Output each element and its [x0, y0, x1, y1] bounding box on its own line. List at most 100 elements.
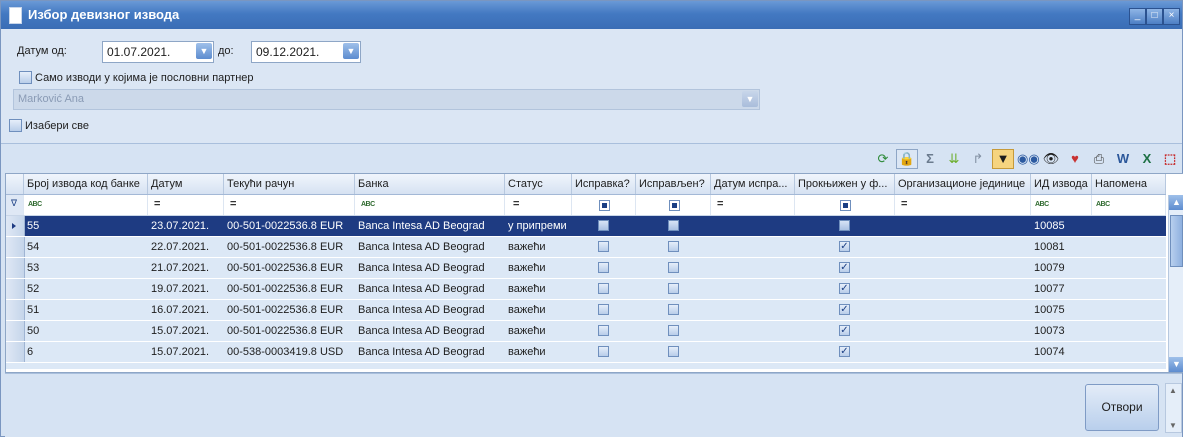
- ispravljen-checkbox[interactable]: [668, 304, 679, 315]
- partner-only-checkbox[interactable]: [19, 71, 32, 84]
- filter-cell[interactable]: ABC: [24, 195, 148, 215]
- column-header[interactable]: Статус: [505, 174, 572, 194]
- column-header[interactable]: Број извода код банке: [24, 174, 148, 194]
- ispravka-checkbox[interactable]: [598, 241, 609, 252]
- filter-cell[interactable]: [795, 195, 895, 215]
- filter-cell[interactable]: =: [711, 195, 795, 215]
- minimize-button[interactable]: _: [1129, 8, 1146, 25]
- checkbox-filter-icon[interactable]: [840, 200, 851, 211]
- lock-icon[interactable]: 🔒: [896, 149, 918, 169]
- table-row[interactable]: 51 16.07.2021. 00-501-0022536.8 EUR Banca I…: [6, 300, 1166, 321]
- print-icon[interactable]: ⎙: [1089, 149, 1109, 169]
- refresh-icon[interactable]: ⟳: [873, 149, 893, 169]
- chevron-down-icon[interactable]: ▼: [196, 43, 212, 59]
- ispravka-checkbox[interactable]: [598, 220, 609, 231]
- ispravka-checkbox[interactable]: [598, 262, 609, 273]
- table-row[interactable]: 54 22.07.2021. 00-501-0022536.8 EUR Banca I…: [6, 237, 1166, 258]
- ispravljen-checkbox[interactable]: [668, 220, 679, 231]
- ispravka-checkbox[interactable]: [598, 325, 609, 336]
- open-button[interactable]: Отвори: [1085, 384, 1159, 431]
- row-indicator[interactable]: [6, 216, 25, 236]
- filter-cell[interactable]: [636, 195, 711, 215]
- table-row[interactable]: 50 15.07.2021. 00-501-0022536.8 EUR Banca I…: [6, 321, 1166, 342]
- scroll-up-icon[interactable]: ▲: [1169, 386, 1177, 395]
- forward-icon[interactable]: ↱: [968, 149, 988, 169]
- ispravka-checkbox[interactable]: [598, 346, 609, 357]
- table-cell: важећи: [508, 304, 546, 316]
- row-indicator[interactable]: [6, 321, 25, 341]
- proknjizen-checkbox[interactable]: ✓: [839, 241, 850, 252]
- column-header[interactable]: Прокњижен у ф...: [795, 174, 895, 194]
- date-to-input[interactable]: 09.12.2021. ▼: [251, 41, 361, 63]
- row-indicator[interactable]: [6, 258, 25, 278]
- maximize-button[interactable]: □: [1146, 8, 1163, 25]
- expand-down-icon[interactable]: ⇊: [944, 149, 964, 169]
- row-indicator[interactable]: [6, 237, 25, 257]
- proknjizen-checkbox[interactable]: ✓: [839, 304, 850, 315]
- pdf-export-icon[interactable]: ⬚: [1160, 149, 1180, 169]
- scroll-thumb[interactable]: [1170, 215, 1183, 267]
- row-indicator[interactable]: [6, 279, 25, 299]
- equals-filter-icon: =: [717, 198, 724, 210]
- column-header[interactable]: Исправка?: [572, 174, 636, 194]
- select-all-checkbox[interactable]: [9, 119, 22, 132]
- filter-icon[interactable]: ▼: [992, 149, 1014, 169]
- ispravljen-checkbox[interactable]: [668, 241, 679, 252]
- table-cell: 15.07.2021.: [151, 325, 210, 337]
- filter-cell[interactable]: =: [148, 195, 224, 215]
- filter-cell[interactable]: ABC: [1031, 195, 1092, 215]
- sum-icon[interactable]: Σ: [920, 149, 940, 169]
- column-header[interactable]: Банка: [355, 174, 505, 194]
- ispravka-checkbox[interactable]: [598, 304, 609, 315]
- table-cell: 19.07.2021.: [151, 283, 210, 295]
- binoculars-icon[interactable]: ◉◉: [1017, 149, 1040, 169]
- grid-vertical-scrollbar[interactable]: ▲ ▼: [1168, 195, 1183, 372]
- column-header[interactable]: Датум: [148, 174, 224, 194]
- heart-icon[interactable]: ♥: [1065, 149, 1085, 169]
- ispravljen-checkbox[interactable]: [668, 262, 679, 273]
- bottom-scrollbar[interactable]: ▲ ▼: [1165, 383, 1182, 433]
- column-header[interactable]: ИД извода: [1031, 174, 1092, 194]
- word-export-icon[interactable]: W: [1113, 149, 1133, 169]
- scroll-down-icon[interactable]: ▼: [1169, 421, 1177, 430]
- date-from-input[interactable]: 01.07.2021. ▼: [102, 41, 214, 63]
- row-indicator[interactable]: [6, 342, 25, 362]
- filter-cell[interactable]: =: [895, 195, 1031, 215]
- filter-cell[interactable]: ABC: [1092, 195, 1166, 215]
- proknjizen-checkbox[interactable]: ✓: [839, 325, 850, 336]
- eye-icon[interactable]: 👁: [1041, 149, 1061, 169]
- filter-cell[interactable]: ABC: [355, 195, 505, 215]
- excel-export-icon[interactable]: X: [1137, 149, 1157, 169]
- checkbox-filter-icon[interactable]: [599, 200, 610, 211]
- table-cell: 52: [27, 283, 40, 295]
- row-indicator[interactable]: [6, 300, 25, 320]
- table-row[interactable]: 55 23.07.2021. 00-501-0022536.8 EUR Banca I…: [6, 216, 1166, 237]
- chevron-down-icon[interactable]: ▼: [343, 43, 359, 59]
- proknjizen-checkbox[interactable]: ✓: [839, 262, 850, 273]
- proknjizen-checkbox[interactable]: ✓: [839, 283, 850, 294]
- scroll-up-icon[interactable]: ▲: [1169, 195, 1183, 210]
- filter-cell[interactable]: [572, 195, 636, 215]
- column-header[interactable]: Текући рачун: [224, 174, 355, 194]
- ispravljen-checkbox[interactable]: [668, 283, 679, 294]
- partner-combo[interactable]: Marković Ana ▼: [13, 89, 760, 110]
- checkbox-filter-icon[interactable]: [669, 200, 680, 211]
- column-header[interactable]: Организационе јединице: [895, 174, 1031, 194]
- column-header[interactable]: Исправљен?: [636, 174, 711, 194]
- close-button[interactable]: ×: [1163, 8, 1180, 25]
- table-row[interactable]: 52 19.07.2021. 00-501-0022536.8 EUR Banca I…: [6, 279, 1166, 300]
- chevron-down-icon[interactable]: ▼: [742, 91, 758, 107]
- scroll-down-icon[interactable]: ▼: [1169, 357, 1183, 372]
- column-header[interactable]: Напомена: [1092, 174, 1166, 194]
- filter-cell[interactable]: =: [505, 195, 572, 215]
- proknjizen-checkbox[interactable]: [839, 220, 850, 231]
- dialog-window: Избор девизног извода _ □ × Датум од: 01…: [0, 0, 1183, 437]
- column-header[interactable]: Датум испра...: [711, 174, 795, 194]
- ispravka-checkbox[interactable]: [598, 283, 609, 294]
- table-row[interactable]: 6 15.07.2021. 00-538-0003419.8 USD Banca In…: [6, 342, 1166, 363]
- table-row[interactable]: 53 21.07.2021. 00-501-0022536.8 EUR Banca I…: [6, 258, 1166, 279]
- filter-cell[interactable]: =: [224, 195, 355, 215]
- ispravljen-checkbox[interactable]: [668, 325, 679, 336]
- proknjizen-checkbox[interactable]: ✓: [839, 346, 850, 357]
- ispravljen-checkbox[interactable]: [668, 346, 679, 357]
